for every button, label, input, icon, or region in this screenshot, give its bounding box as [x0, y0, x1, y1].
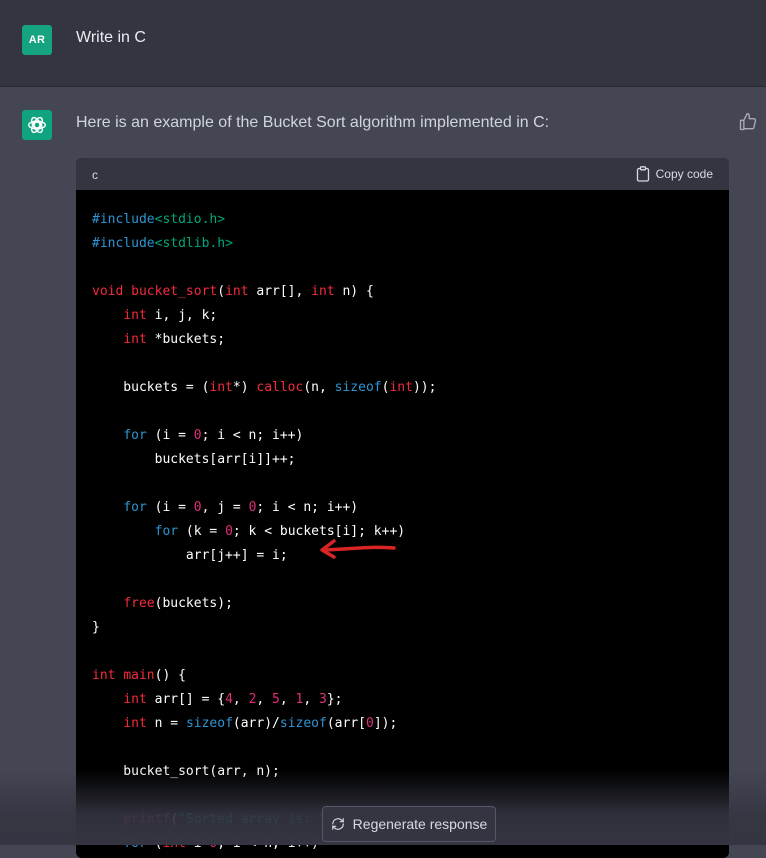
user-message-row: AR Write in C — [0, 0, 766, 87]
copy-code-label: Copy code — [655, 167, 713, 181]
openai-logo-icon — [28, 116, 46, 134]
assistant-intro-text: Here is an example of the Bucket Sort al… — [76, 114, 550, 131]
code-line: int *buckets; — [123, 332, 226, 347]
code-line: free(buckets); — [123, 596, 233, 611]
code-content: #include<stdio.h> #include<stdlib.h> voi… — [92, 208, 436, 856]
code-line: int n = sizeof(arr)/sizeof(arr[0]); — [123, 716, 398, 731]
code-line: void bucket_sort(int arr[], int n) { — [92, 284, 374, 299]
assistant-message-row: Here is an example of the Bucket Sort al… — [0, 87, 766, 858]
copy-code-button[interactable]: Copy code — [636, 165, 713, 183]
code-line: int main() { — [92, 668, 186, 683]
code-line: int i, j, k; — [123, 308, 218, 323]
user-message-text: Write in C — [76, 29, 146, 46]
thumbs-up-icon[interactable] — [738, 112, 758, 132]
code-line: #include<stdlib.h> — [92, 236, 233, 251]
code-line: #include<stdio.h> — [92, 212, 226, 227]
user-avatar: AR — [22, 25, 52, 55]
refresh-icon — [331, 818, 344, 830]
regenerate-label: Regenerate response — [352, 816, 488, 832]
red-annotation-arrow — [320, 539, 396, 559]
code-line: for (i = 0; i < n; i++) — [123, 428, 304, 443]
code-line: buckets[arr[i]]++; — [92, 452, 296, 467]
code-line: arr[j++] = i; — [92, 548, 288, 563]
regenerate-response-button[interactable]: Regenerate response — [322, 806, 496, 842]
code-line: } — [92, 620, 100, 635]
code-block-header: c Copy code — [76, 158, 729, 190]
code-line: int arr[] = {4, 2, 5, 1, 3}; — [123, 692, 343, 707]
clipboard-icon — [636, 166, 649, 182]
code-language-label: c — [92, 168, 98, 182]
code-block: c Copy code #include<stdio.h> #include<s… — [76, 158, 729, 858]
assistant-avatar — [22, 110, 52, 140]
code-line: for (i = 0, j = 0; i < n; i++) — [123, 500, 359, 515]
code-line: buckets = (int*) calloc(n, sizeof(int)); — [92, 380, 437, 395]
